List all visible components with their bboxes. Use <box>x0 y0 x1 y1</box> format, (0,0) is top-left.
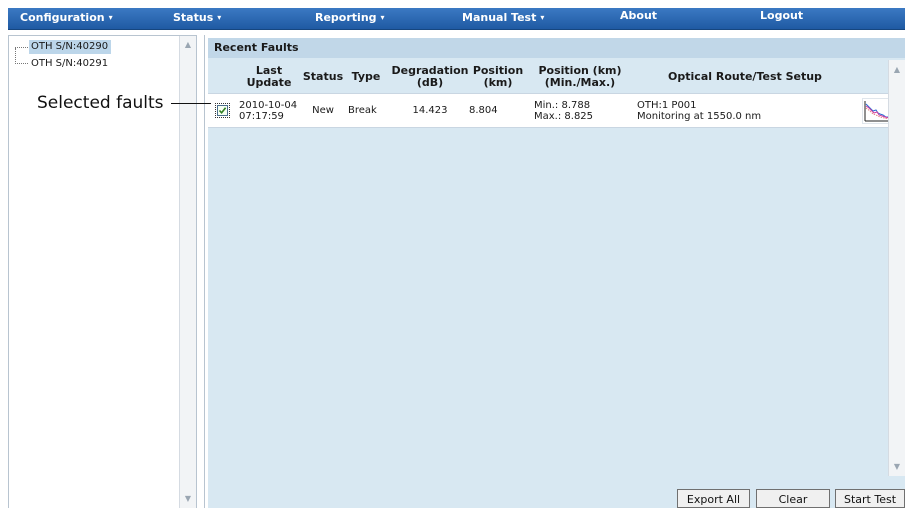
checkmark-icon <box>218 107 227 115</box>
menu-configuration[interactable]: Configuration ▾ <box>20 11 113 24</box>
recent-faults-panel: Recent Faults Last Update Status Type De… <box>204 35 905 508</box>
cell-type: Break <box>348 105 377 116</box>
tree-scrollbar[interactable]: ▲ ▼ <box>179 36 196 508</box>
cell-route-name: OTH:1 P001 <box>637 99 697 111</box>
menu-reporting[interactable]: Reporting ▾ <box>315 11 385 24</box>
cell-position-range: Min.: 8.788 Max.: 8.825 <box>534 94 634 127</box>
chevron-down-icon: ▾ <box>108 13 113 22</box>
scroll-down-icon[interactable]: ▼ <box>181 491 195 506</box>
main-menu-bar: Configuration ▾ Status ▾ Reporting ▾ Manual… <box>8 8 905 30</box>
col-head-route[interactable]: Optical Route/Test Setup <box>634 60 856 93</box>
col-head-degradation[interactable]: Degradation (dB) <box>390 60 470 93</box>
col-head-last-update[interactable]: Last Update <box>238 60 300 93</box>
menu-about-label: About <box>620 9 658 22</box>
menu-configuration-label: Configuration <box>20 11 105 24</box>
tree-connector <box>15 48 28 64</box>
recent-faults-body: Recent Faults Last Update Status Type De… <box>208 38 905 508</box>
col-head-type[interactable]: Type <box>345 60 387 93</box>
section-title: Recent Faults <box>208 38 905 58</box>
faults-scrollbar[interactable]: ▲ ▼ <box>888 60 905 476</box>
export-all-button[interactable]: Export All <box>677 489 750 508</box>
cell-date: 2010-10-04 <box>239 99 298 111</box>
chevron-down-icon: ▾ <box>380 13 385 22</box>
menu-reporting-label: Reporting <box>315 11 377 24</box>
cell-last-update: 2010-10-04 07:17:59 <box>239 94 301 127</box>
scroll-up-icon[interactable]: ▲ <box>181 37 195 52</box>
tree-node-label: OTH S/N:40290 <box>29 40 112 54</box>
col-head-position-range[interactable]: Position (km) (Min./Max.) <box>530 60 630 93</box>
menu-status[interactable]: Status ▾ <box>173 11 221 24</box>
table-row[interactable]: 2010-10-04 07:17:59 New Break 14.423 8.8… <box>208 93 892 128</box>
callout-leader-line <box>171 103 211 104</box>
cell-status: New <box>312 105 334 116</box>
menu-manual-test-label: Manual Test <box>462 11 537 24</box>
selected-faults-callout: Selected faults <box>37 93 164 113</box>
fault-select-checkbox[interactable] <box>215 103 230 118</box>
cell-time: 07:17:59 <box>239 110 284 122</box>
menu-manual-test[interactable]: Manual Test ▾ <box>462 11 544 24</box>
menu-logout-label: Logout <box>760 9 804 22</box>
menu-logout[interactable]: Logout <box>760 9 803 22</box>
start-test-button[interactable]: Start Test <box>835 489 905 508</box>
menu-about[interactable]: About <box>620 9 657 22</box>
cell-route-setup: Monitoring at 1550.0 nm <box>637 110 762 122</box>
cell-route: OTH:1 P001 Monitoring at 1550.0 nm <box>637 94 857 127</box>
chevron-down-icon: ▾ <box>540 13 545 22</box>
tree-node-label: OTH S/N:40291 <box>31 58 109 69</box>
cell-position-max: Max.: 8.825 <box>534 110 594 122</box>
chevron-down-icon: ▾ <box>217 13 222 22</box>
scroll-down-icon[interactable]: ▼ <box>890 459 904 474</box>
col-head-position[interactable]: Position (km) <box>470 60 526 93</box>
menu-status-label: Status <box>173 11 214 24</box>
faults-grid-header: Last Update Status Type Degradation (dB)… <box>208 60 889 93</box>
col-head-status[interactable]: Status <box>302 60 344 93</box>
scroll-up-icon[interactable]: ▲ <box>890 62 904 77</box>
cell-position: 8.804 <box>469 105 498 116</box>
clear-button[interactable]: Clear <box>756 489 830 508</box>
cell-degradation: 14.423 <box>412 105 448 116</box>
cell-position-min: Min.: 8.788 <box>534 99 591 111</box>
